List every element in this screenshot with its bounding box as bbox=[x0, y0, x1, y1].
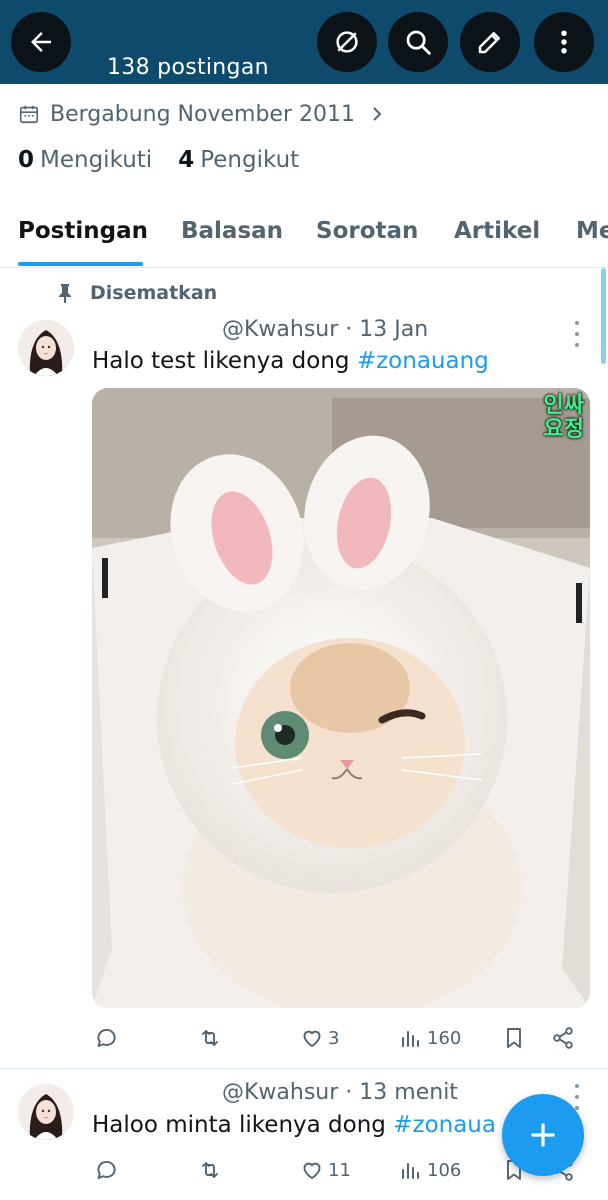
followers-link[interactable]: 4 Pengikut bbox=[178, 147, 299, 173]
view-count: 106 bbox=[427, 1159, 462, 1181]
joined-text: Bergabung November 2011 bbox=[50, 101, 355, 127]
calendar-icon bbox=[19, 105, 39, 124]
post-body: Haloo minta likenya dong bbox=[92, 1112, 394, 1138]
more-vertical-icon bbox=[561, 30, 567, 54]
author-handle[interactable]: @Kwahsur bbox=[222, 317, 338, 342]
chevron-right-icon bbox=[373, 107, 382, 121]
hashtag-link[interactable]: #zonaua bbox=[393, 1112, 496, 1138]
post-count: 138 postingan bbox=[107, 55, 269, 80]
views-chart-icon bbox=[402, 1163, 419, 1179]
views-button[interactable]: 106 bbox=[399, 1158, 461, 1182]
tab-balasan[interactable]: Balasan bbox=[181, 218, 283, 244]
repost-button[interactable] bbox=[198, 1026, 222, 1050]
avatar[interactable] bbox=[18, 1084, 74, 1140]
pinned-text: Disematkan bbox=[90, 282, 218, 304]
meta-separator: · bbox=[345, 1080, 353, 1105]
bookmark-icon bbox=[507, 1028, 521, 1048]
post-more-button[interactable] bbox=[572, 321, 582, 347]
search-button[interactable] bbox=[388, 12, 448, 72]
back-arrow-icon bbox=[31, 32, 51, 52]
author-handle[interactable]: @Kwahsur bbox=[222, 1080, 338, 1105]
heart-icon bbox=[303, 1162, 321, 1179]
avatar-image bbox=[18, 320, 74, 376]
reply-button[interactable] bbox=[94, 1158, 118, 1182]
following-count: 0 bbox=[18, 147, 35, 173]
tab-media[interactable]: Me bbox=[576, 218, 608, 244]
more-options-button[interactable] bbox=[534, 12, 594, 72]
repost-icon bbox=[202, 1030, 218, 1046]
meta-separator: · bbox=[345, 317, 353, 342]
following-label: Mengikuti bbox=[40, 147, 153, 173]
grok-icon bbox=[336, 31, 358, 53]
following-link[interactable]: 0 Mengikuti bbox=[18, 147, 152, 173]
tab-sorotan[interactable]: Sorotan bbox=[316, 218, 418, 244]
image-watermark: 인싸 요정 bbox=[544, 394, 584, 442]
repost-button[interactable] bbox=[198, 1158, 222, 1182]
active-tab-indicator bbox=[18, 262, 143, 266]
reply-icon bbox=[97, 1029, 116, 1047]
reply-icon bbox=[97, 1161, 116, 1179]
like-count: 3 bbox=[328, 1027, 340, 1049]
tab-postingan[interactable]: Postingan bbox=[18, 218, 148, 244]
followers-label: Pengikut bbox=[200, 147, 300, 173]
scrollbar[interactable] bbox=[601, 268, 606, 364]
profile-tabs: Postingan Balasan Sorotan Artikel Me bbox=[0, 200, 608, 268]
views-button[interactable]: 160 bbox=[399, 1026, 461, 1050]
reply-button[interactable] bbox=[94, 1026, 118, 1050]
post-divider bbox=[0, 1068, 608, 1069]
search-icon bbox=[406, 30, 431, 55]
edit-button[interactable] bbox=[460, 12, 520, 72]
post-body: Halo test likenya dong bbox=[92, 348, 357, 374]
post-more-button[interactable] bbox=[572, 1084, 582, 1110]
profile-header: 138 postingan bbox=[0, 0, 608, 84]
plus-icon bbox=[531, 1123, 555, 1147]
like-count: 11 bbox=[328, 1159, 351, 1181]
cat-photo bbox=[92, 388, 590, 1008]
post-meta: @Kwahsur · 13 menit bbox=[222, 1080, 458, 1105]
avatar[interactable] bbox=[18, 320, 74, 376]
watermark-line-1: 인싸 bbox=[543, 393, 584, 418]
compose-post-button[interactable] bbox=[502, 1094, 584, 1176]
avatar-image bbox=[18, 1084, 74, 1140]
post-time[interactable]: 13 menit bbox=[359, 1080, 458, 1105]
joined-date[interactable]: Bergabung November 2011 bbox=[18, 98, 385, 130]
post-meta: @Kwahsur · 13 Jan bbox=[222, 317, 428, 342]
share-icon bbox=[553, 1027, 573, 1049]
view-count: 160 bbox=[427, 1027, 462, 1049]
share-button[interactable] bbox=[551, 1026, 575, 1050]
like-button[interactable]: 11 bbox=[300, 1158, 351, 1182]
post-time[interactable]: 13 Jan bbox=[359, 317, 428, 342]
repost-icon bbox=[202, 1162, 218, 1178]
heart-icon bbox=[303, 1030, 321, 1047]
hashtag-link[interactable]: #zonauang bbox=[357, 348, 489, 374]
edit-icon bbox=[478, 32, 500, 54]
pinned-label: Disematkan bbox=[56, 282, 217, 304]
follow-stats: 0 Mengikuti 4 Pengikut bbox=[18, 147, 299, 173]
like-button[interactable]: 3 bbox=[300, 1026, 339, 1050]
followers-count: 4 bbox=[178, 147, 195, 173]
bookmark-button[interactable] bbox=[502, 1026, 526, 1050]
post-text: Halo test likenya dong #zonauang bbox=[92, 348, 489, 374]
post-actions: 3 160 bbox=[92, 1026, 592, 1056]
post-image[interactable]: 인싸 요정 bbox=[92, 388, 590, 1008]
post-text: Haloo minta likenya dong #zonaua bbox=[92, 1112, 496, 1138]
watermark-line-2: 요정 bbox=[543, 417, 584, 442]
back-button[interactable] bbox=[11, 12, 71, 72]
views-chart-icon bbox=[402, 1031, 419, 1047]
grok-button[interactable] bbox=[317, 12, 377, 72]
tab-artikel[interactable]: Artikel bbox=[454, 218, 540, 244]
pin-icon bbox=[59, 284, 71, 303]
